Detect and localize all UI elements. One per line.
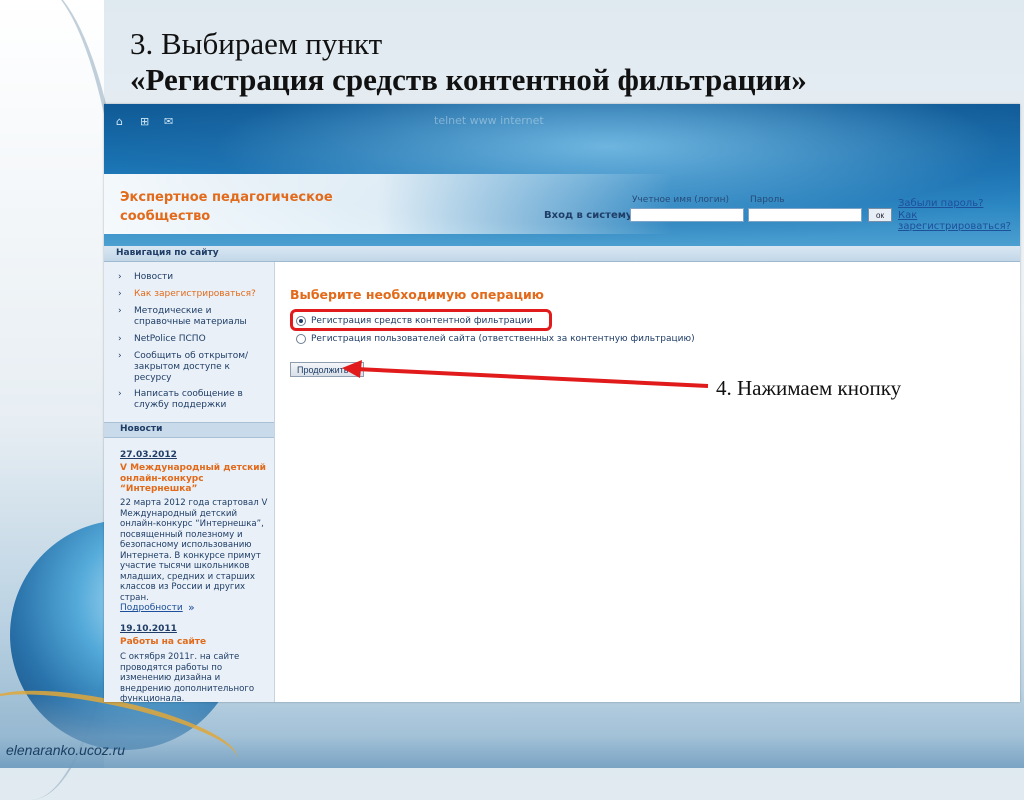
news-more-link[interactable]: Подробности: [120, 603, 183, 613]
chevron-right-icon: ›: [118, 334, 122, 344]
footer-url: elenaranko.ucoz.ru: [6, 742, 126, 758]
slide-title: 3. Выбираем пункт «Регистрация средств к…: [130, 26, 807, 98]
sidebar-item-materials[interactable]: › Методические и справочные материалы: [118, 306, 265, 328]
sidebar-item-report-access[interactable]: › Сообщить об открытом/ закрытом доступе…: [118, 351, 265, 384]
news-body: С октября 2011г. на сайте проводятся раб…: [120, 652, 255, 702]
chevron-right-icon: ›: [118, 306, 122, 316]
username-input[interactable]: [630, 208, 744, 222]
website-screenshot: ⌂ ⊞ ✉ telnet www internet Экспертное пед…: [104, 104, 1020, 702]
slide-title-line2: «Регистрация средств контентной фильтрац…: [130, 62, 807, 97]
news-date[interactable]: 19.10.2011: [120, 624, 177, 634]
chevron-right-icon: ›: [118, 272, 122, 282]
news-body: 22 марта 2012 года стартовал V Междунаро…: [120, 498, 268, 603]
login-label: Вход в систему:: [544, 210, 637, 221]
news-title: Новости: [120, 424, 163, 434]
password-input[interactable]: [748, 208, 862, 222]
site-header: ⌂ ⊞ ✉ telnet www internet Экспертное пед…: [104, 104, 1020, 246]
home-icon[interactable]: ⌂: [116, 116, 130, 128]
login-ok-button[interactable]: ок: [868, 208, 892, 222]
continue-button[interactable]: Продолжить: [290, 362, 364, 377]
callout-text: 4. Нажимаем кнопку: [716, 376, 902, 400]
news-bar: Новости: [104, 422, 274, 438]
nav-title: Навигация по сайту: [116, 248, 219, 258]
news-headline: Работы на сайте: [120, 637, 207, 647]
how-to-register-link[interactable]: Как зарегистрироваться?: [898, 210, 1020, 232]
sidebar-item-how-to-register[interactable]: › Как зарегистрироваться?: [118, 289, 265, 300]
site-logo[interactable]: Экспертное педагогическое сообщество: [120, 188, 340, 226]
double-chevron-right-icon[interactable]: »: [188, 601, 195, 614]
mail-icon[interactable]: ✉: [164, 116, 178, 128]
main-heading: Выберите необходимую операцию: [290, 287, 544, 302]
chevron-right-icon: ›: [118, 289, 122, 299]
news-headline: V Международный детский онлайн-конкурс “…: [120, 463, 266, 494]
header-icons: ⌂ ⊞ ✉: [116, 116, 178, 128]
sitemap-icon[interactable]: ⊞: [140, 116, 154, 128]
radio-button[interactable]: [296, 334, 306, 344]
username-label: Учетное имя (логин): [632, 195, 730, 205]
chevron-right-icon: ›: [118, 389, 122, 399]
nav-bar: Навигация по сайту: [104, 246, 1020, 262]
sidebar-item-news[interactable]: › Новости: [118, 272, 265, 283]
sidebar-item-support[interactable]: › Написать сообщение в службу поддержки: [118, 389, 265, 411]
news-date[interactable]: 27.03.2012: [120, 450, 177, 460]
password-label: Пароль: [750, 195, 785, 205]
option-user-registration[interactable]: Регистрация пользователей сайта (ответст…: [296, 334, 695, 344]
slide-title-line1: 3. Выбираем пункт: [130, 26, 383, 61]
sidebar-item-netpolice[interactable]: › NetPolice ПСПО: [118, 334, 265, 345]
sidebar: › Новости › Как зарегистрироваться? › Ме…: [104, 262, 275, 702]
highlight-box: [290, 309, 552, 331]
forgot-password-link[interactable]: Забыли пароль?: [898, 198, 983, 209]
chevron-right-icon: ›: [118, 351, 122, 361]
header-watermark: telnet www internet: [434, 114, 544, 127]
